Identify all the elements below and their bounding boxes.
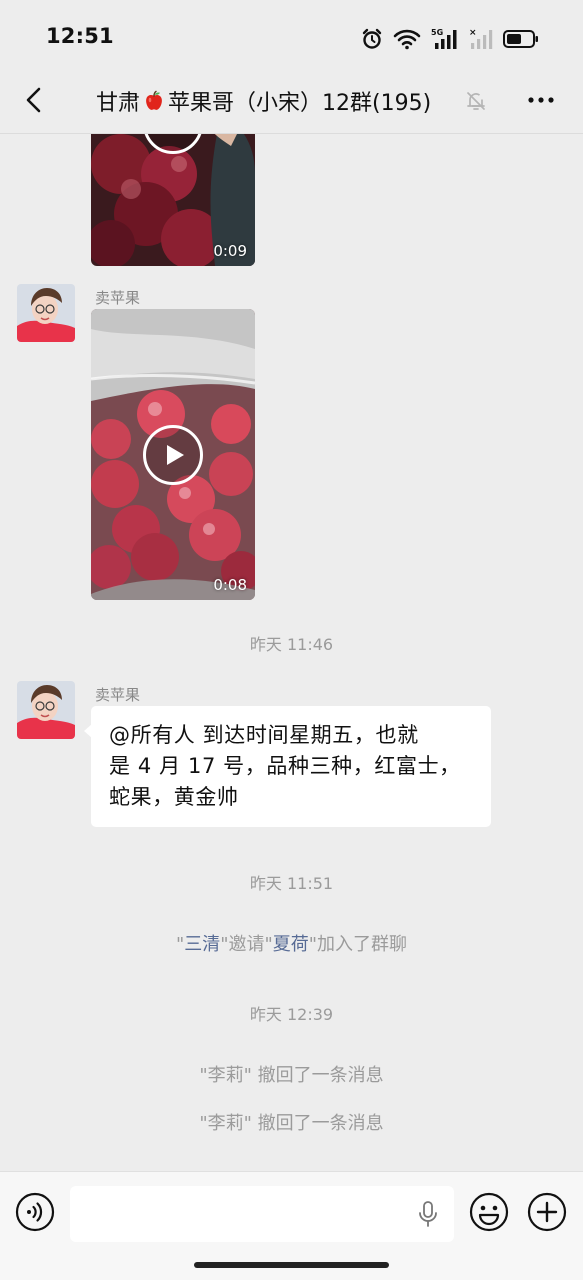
- chat-title-part2: 苹果哥（小宋）12群(195): [168, 91, 432, 116]
- signal-5g-icon: 5G: [431, 28, 457, 49]
- plus-button[interactable]: [527, 1192, 567, 1232]
- message-input[interactable]: [70, 1186, 454, 1242]
- sender-name: 卖苹果: [95, 686, 141, 704]
- home-indicator[interactable]: [194, 1262, 389, 1268]
- status-time: 12:51: [46, 24, 114, 48]
- invite-text: "邀请": [220, 934, 273, 955]
- timestamp: 昨天 11:46: [249, 635, 334, 654]
- emoji-icon: [469, 1192, 509, 1232]
- input-bar: [0, 1171, 583, 1280]
- message-line: @所有人 到达时间星期五，也就: [109, 723, 419, 747]
- video-message[interactable]: 0:09: [91, 134, 255, 266]
- avatar[interactable]: [17, 284, 75, 342]
- text-message-bubble[interactable]: @所有人 到达时间星期五，也就 是 4 月 17 号，品种三种，红富士， 蛇果，…: [84, 706, 491, 827]
- apple-emoji-icon: [146, 90, 162, 110]
- video-duration: 0:08: [213, 576, 247, 594]
- video-duration: 0:09: [213, 242, 247, 260]
- quote-mark: ": [175, 934, 185, 955]
- alarm-icon: [362, 28, 382, 49]
- message-line: 是 4 月 17 号，品种三种，红富士，: [109, 754, 461, 778]
- timestamp: 昨天 12:39: [249, 1005, 334, 1024]
- avatar[interactable]: [17, 681, 75, 739]
- svg-text:×: ×: [469, 28, 477, 38]
- chat-header: 甘肃 苹果哥（小宋）12群(195): [0, 72, 583, 134]
- more-dots-icon: [528, 97, 554, 103]
- voice-icon: [15, 1192, 55, 1232]
- timestamp: 昨天 11:51: [249, 874, 334, 893]
- invite-tail: "加入了群聊: [308, 934, 408, 955]
- chat-title-part1: 甘肃: [96, 91, 141, 116]
- recall-notice: "李莉" 撤回了一条消息: [199, 1113, 384, 1134]
- plus-icon: [527, 1192, 567, 1232]
- play-button[interactable]: [143, 425, 203, 485]
- invitee-name-link[interactable]: 夏荷: [273, 934, 309, 955]
- emoji-button[interactable]: [469, 1192, 509, 1232]
- signal-no-service-icon: ×: [469, 28, 493, 49]
- system-invite-message: "三清"邀请"夏荷"加入了群聊: [0, 930, 583, 956]
- battery-icon: [503, 30, 538, 48]
- avatar-image: [17, 681, 75, 739]
- wifi-icon: [393, 29, 421, 50]
- voice-button[interactable]: [15, 1192, 55, 1232]
- more-button[interactable]: [523, 82, 559, 118]
- video-message[interactable]: 0:08: [91, 309, 255, 600]
- chat-title: 甘肃 苹果哥（小宋）12群(195): [96, 85, 431, 117]
- sender-name: 卖苹果: [95, 289, 141, 307]
- microphone-icon[interactable]: [417, 1200, 439, 1228]
- bell-muted-icon: [467, 92, 485, 110]
- svg-text:5G: 5G: [431, 28, 443, 37]
- inviter-name-link[interactable]: 三清: [184, 934, 220, 955]
- avatar-image: [17, 284, 75, 342]
- message-line: 蛇果，黄金帅: [109, 785, 239, 809]
- chat-area[interactable]: 0:09 卖苹果 0:08 昨天 11:46 卖苹果 @所有人 到达时间星期五，…: [0, 134, 583, 1171]
- back-button[interactable]: [14, 80, 54, 120]
- status-bar: 12:51 5G ×: [0, 0, 583, 72]
- chevron-left-icon: [26, 87, 41, 113]
- recall-notice: "李莉" 撤回了一条消息: [199, 1065, 384, 1086]
- status-icons: 5G ×: [361, 26, 539, 52]
